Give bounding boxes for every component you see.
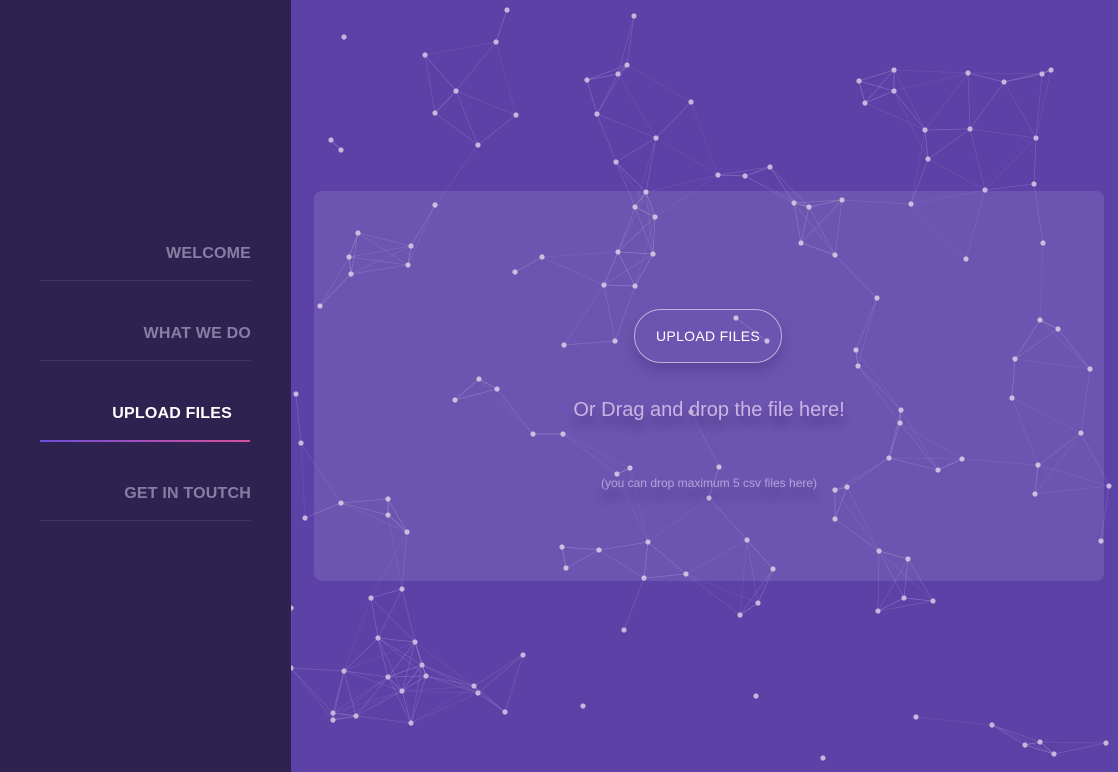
nav-item-label: GET IN TOUTCH: [124, 485, 251, 502]
particle-dot: [520, 652, 526, 658]
particle-dot: [1103, 740, 1109, 746]
particle-dot: [967, 126, 973, 132]
sidebar: WELCOME WHAT WE DO UPLOAD FILES GET IN T…: [0, 0, 291, 772]
particle-dot: [453, 88, 459, 94]
particle-dot: [399, 688, 405, 694]
particle-dot: [621, 627, 627, 633]
particle-dot: [1001, 79, 1007, 85]
particle-dot: [753, 693, 759, 699]
particle-dot: [328, 137, 334, 143]
file-limit-note: (you can drop maximum 5 csv files here): [600, 476, 818, 490]
particle-dot: [422, 52, 428, 58]
particle-dot: [291, 605, 294, 611]
particle-dot: [1048, 67, 1054, 73]
particle-dot: [742, 173, 748, 179]
particle-dot: [631, 13, 637, 19]
nav-item-what-we-do[interactable]: WHAT WE DO: [40, 295, 251, 375]
particle-dot: [471, 683, 477, 689]
nav-item-active-underline: [40, 440, 250, 442]
particle-dot: [891, 67, 897, 73]
nav-item-divider: [40, 280, 251, 281]
particle-dot: [475, 690, 481, 696]
upload-dropzone[interactable]: UPLOAD FILES Or Drag and drop the file h…: [314, 191, 1104, 581]
particle-dot: [502, 709, 508, 715]
particle-dot: [412, 639, 418, 645]
particle-dot: [513, 112, 519, 118]
particle-dot: [338, 147, 344, 153]
particle-dot: [737, 612, 743, 618]
particle-dot: [922, 127, 928, 133]
particle-dot: [1022, 742, 1028, 748]
particle-dot: [913, 714, 919, 720]
particle-dot: [1051, 751, 1057, 757]
nav-item-label: WELCOME: [166, 245, 251, 262]
nav-item-label: WHAT WE DO: [143, 325, 251, 342]
particle-dot: [1106, 483, 1112, 489]
particle-dot: [584, 77, 590, 83]
nav-item-divider: [40, 520, 251, 521]
particle-dot: [385, 674, 391, 680]
particle-dot: [653, 135, 659, 141]
particle-dot: [368, 595, 374, 601]
particle-dot: [875, 608, 881, 614]
particle-dot: [688, 99, 694, 105]
sidebar-nav: WELCOME WHAT WE DO UPLOAD FILES GET IN T…: [40, 215, 251, 535]
particle-dot: [1039, 71, 1045, 77]
particle-dot: [925, 156, 931, 162]
particle-dot: [353, 713, 359, 719]
particle-dot: [423, 673, 429, 679]
nav-item-upload-files[interactable]: UPLOAD FILES: [40, 375, 251, 455]
drag-drop-text: Or Drag and drop the file here!: [573, 399, 845, 421]
nav-item-divider: [40, 360, 251, 361]
particle-dot: [1033, 135, 1039, 141]
particle-dot: [493, 39, 499, 45]
particle-dot: [767, 164, 773, 170]
particle-dot: [504, 7, 510, 13]
particle-dot: [930, 598, 936, 604]
particle-dot: [399, 586, 405, 592]
particle-dot: [341, 668, 347, 674]
particle-dot: [293, 391, 299, 397]
particle-dot: [302, 515, 308, 521]
particle-dot: [475, 142, 481, 148]
particle-dot: [755, 600, 761, 606]
main-content: UPLOAD FILES Or Drag and drop the file h…: [291, 0, 1118, 772]
nav-item-get-in-touch[interactable]: GET IN TOUTCH: [40, 455, 251, 535]
particle-dot: [594, 111, 600, 117]
particle-dot: [330, 710, 336, 716]
particle-dot: [989, 722, 995, 728]
particle-dot: [624, 62, 630, 68]
particle-dot: [965, 70, 971, 76]
particle-dot: [330, 717, 336, 723]
particle-dot: [615, 71, 621, 77]
particle-dot: [1037, 739, 1043, 745]
particle-dot: [891, 88, 897, 94]
particle-dot: [291, 665, 294, 671]
particle-dot: [341, 34, 347, 40]
particle-dot: [820, 755, 826, 761]
particle-dot: [408, 720, 414, 726]
nav-item-label: UPLOAD FILES: [112, 405, 232, 422]
particle-dot: [715, 172, 721, 178]
particle-dot: [1031, 181, 1037, 187]
particle-dot: [580, 703, 586, 709]
particle-dot: [432, 110, 438, 116]
upload-files-button[interactable]: UPLOAD FILES: [634, 309, 782, 363]
particle-dot: [298, 440, 304, 446]
nav-item-welcome[interactable]: WELCOME: [40, 215, 251, 295]
particle-dot: [856, 78, 862, 84]
particle-dot: [901, 595, 907, 601]
particle-dot: [862, 100, 868, 106]
particle-dot: [375, 635, 381, 641]
particle-dot: [419, 662, 425, 668]
particle-dot: [613, 159, 619, 165]
